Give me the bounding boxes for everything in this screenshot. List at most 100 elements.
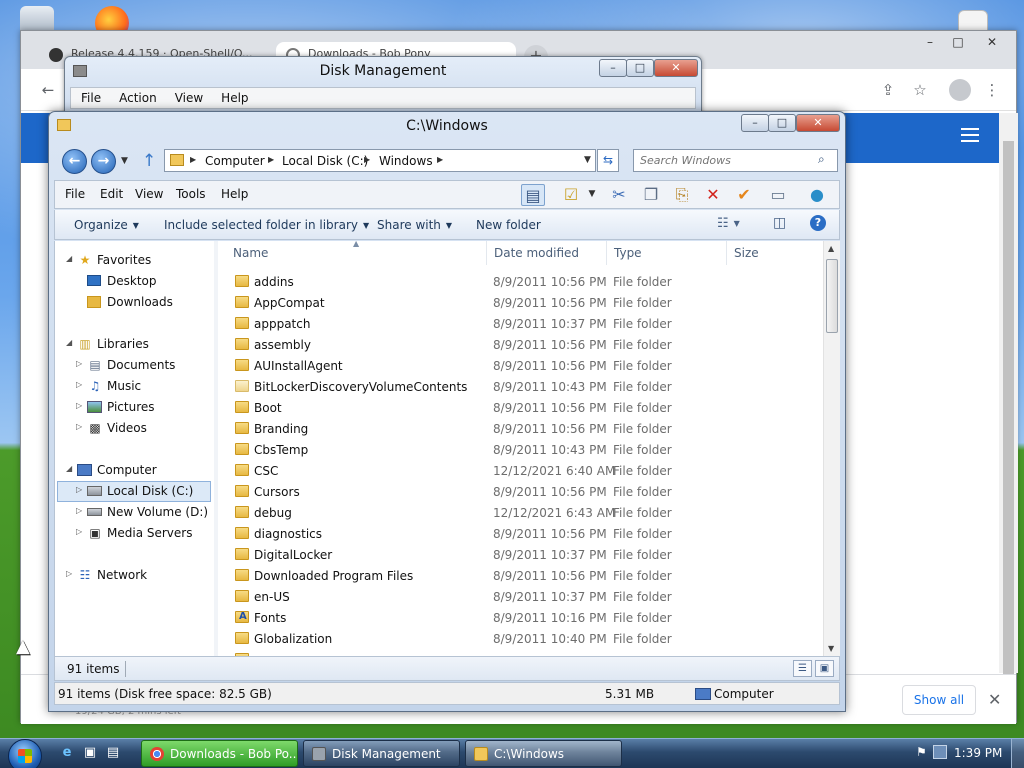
expand-icon[interactable]: ▷ [76, 380, 82, 389]
taskbar-disk-management[interactable]: Disk Management [303, 740, 460, 767]
nav-documents[interactable]: ▷ ▤ Documents [60, 356, 210, 376]
star-icon[interactable]: ☆ [909, 79, 931, 101]
search-input[interactable] [634, 150, 814, 171]
column-divider[interactable] [486, 241, 487, 265]
start-button[interactable] [8, 739, 42, 768]
menu-file[interactable]: File [65, 187, 85, 201]
back-arrow-icon[interactable]: ← [37, 79, 59, 101]
search-box[interactable]: ⌕ [633, 149, 838, 172]
address-dropdown-icon[interactable]: ▼ [584, 155, 591, 165]
preview-pane-icon[interactable]: ◫ [773, 215, 786, 231]
table-row[interactable]: apppatch 8/9/2011 10:37 PM File folder [218, 314, 823, 335]
breadcrumb-windows[interactable]: Windows [379, 154, 433, 168]
table-row[interactable]: AppCompat 8/9/2011 10:56 PM File folder [218, 293, 823, 314]
nav-new-volume[interactable]: ▷ New Volume (D:) [60, 503, 210, 523]
expand-icon[interactable]: ▷ [76, 422, 82, 431]
organize-button[interactable]: Organize ▼ [74, 218, 139, 232]
table-row[interactable]: DigitalLocker 8/9/2011 10:37 PM File folde… [218, 545, 823, 566]
large-icons-view-icon[interactable]: ▣ [815, 660, 834, 677]
file-list-scrollbar[interactable]: ▲ ▼ [823, 241, 840, 656]
close-button[interactable]: ✕ [796, 114, 840, 132]
kebab-menu-icon[interactable]: ⋮ [981, 79, 1003, 101]
nav-computer[interactable]: ◢ Computer [60, 461, 210, 481]
table-row[interactable]: Boot 8/9/2011 10:56 PM File folder [218, 398, 823, 419]
scroll-up-icon[interactable]: ▲ [828, 244, 834, 253]
minimize-button[interactable]: – [741, 114, 769, 132]
checkmark-icon[interactable]: ✔ [732, 184, 756, 206]
menu-help[interactable]: Help [221, 187, 248, 201]
nav-local-disk[interactable]: ▷ Local Disk (C:) [57, 481, 211, 502]
menu-action[interactable]: Action [109, 88, 165, 105]
table-row[interactable]: Fonts 8/9/2011 10:16 PM File folder [218, 608, 823, 629]
table-row[interactable]: en-US 8/9/2011 10:37 PM File folder [218, 587, 823, 608]
table-row[interactable]: Cursors 8/9/2011 10:56 PM File folder [218, 482, 823, 503]
nav-desktop[interactable]: Desktop [60, 272, 210, 292]
table-row[interactable]: debug 12/12/2021 6:43 AM File folder [218, 503, 823, 524]
scrollbar-thumb[interactable] [826, 259, 838, 333]
back-button[interactable]: ← [62, 149, 87, 174]
action-center-flag-icon[interactable]: ⚑ [916, 745, 927, 759]
clock[interactable]: 1:39 PM [954, 746, 1002, 760]
share-icon[interactable]: ⇪ [877, 79, 899, 101]
column-date-modified[interactable]: Date modified [494, 246, 579, 260]
show-desktop-button[interactable] [1011, 739, 1024, 768]
menu-help[interactable]: Help [211, 88, 256, 105]
collapse-icon[interactable]: ◢ [66, 464, 72, 473]
table-row[interactable]: Globalization 8/9/2011 10:40 PM File folde… [218, 629, 823, 650]
maximize-icon[interactable]: □ [945, 34, 971, 52]
switch-windows-icon[interactable]: ▤ [104, 744, 122, 762]
menu-view[interactable]: View [135, 187, 163, 201]
table-row[interactable]: diagnostics 8/9/2011 10:56 PM File folder [218, 524, 823, 545]
close-button[interactable]: ✕ [654, 59, 698, 77]
nav-downloads[interactable]: Downloads [60, 293, 210, 313]
rename-icon[interactable]: ▭ [766, 184, 790, 206]
close-icon[interactable]: ✕ [979, 34, 1005, 52]
search-icon[interactable]: ⌕ [818, 152, 825, 167]
minimize-icon[interactable]: – [917, 34, 943, 52]
paste-icon[interactable]: ⎘ [670, 184, 694, 206]
address-bar[interactable]: ▶ Computer ▶ Local Disk (C:) ▶ Windows ▶… [164, 149, 596, 172]
scroll-down-icon[interactable]: ▼ [828, 644, 834, 653]
minimize-button[interactable]: – [599, 59, 627, 77]
expand-icon[interactable]: ▷ [76, 506, 82, 515]
column-name[interactable]: Name [233, 246, 268, 260]
chevron-right-icon[interactable]: ▶ [268, 155, 274, 164]
dropdown-arrow-icon[interactable]: ▼ [585, 184, 599, 206]
taskbar-explorer[interactable]: C:\Windows [465, 740, 622, 767]
table-row[interactable]: CSC 12/12/2021 6:40 AM File folder [218, 461, 823, 482]
cut-icon[interactable]: ✂ [607, 184, 631, 206]
collapse-icon[interactable]: ◢ [66, 338, 72, 347]
show-desktop-quick-icon[interactable]: ▣ [81, 744, 99, 762]
chevron-right-icon[interactable]: ▶ [437, 155, 443, 164]
close-download-bar-icon[interactable]: ✕ [988, 690, 1001, 709]
taskbar-chrome-downloads[interactable]: Downloads - Bob Po... [141, 740, 298, 767]
nav-videos[interactable]: ▷ ▩ Videos [60, 419, 210, 439]
nav-favorites[interactable]: ◢ ★ Favorites [60, 251, 210, 271]
nav-media-servers[interactable]: ▷ ▣ Media Servers [60, 524, 210, 544]
column-size[interactable]: Size [734, 246, 759, 260]
breadcrumb-computer[interactable]: Computer [205, 154, 265, 168]
new-folder-button[interactable]: New folder [476, 218, 541, 232]
chevron-right-icon[interactable]: ▶ [190, 155, 196, 164]
expand-icon[interactable]: ▷ [76, 527, 82, 536]
column-divider[interactable] [606, 241, 607, 265]
table-row[interactable]: AUInstallAgent 8/9/2011 10:56 PM File fold… [218, 356, 823, 377]
table-row[interactable]: BitLockerDiscoveryVolumeContents 8/9/2011… [218, 377, 823, 398]
breadcrumb-local-disk[interactable]: Local Disk (C:) [282, 154, 368, 168]
expand-icon[interactable]: ▷ [76, 485, 82, 494]
up-arrow-icon[interactable]: ↑ [142, 151, 156, 171]
view-options-icon[interactable]: ☷ ▼ [717, 216, 740, 231]
table-row[interactable]: assembly 8/9/2011 10:56 PM File folder [218, 335, 823, 356]
menu-edit[interactable]: Edit [100, 187, 123, 201]
table-row[interactable]: Branding 8/9/2011 10:56 PM File folder [218, 419, 823, 440]
share-with-button[interactable]: Share with ▼ [377, 218, 452, 232]
collapse-icon[interactable]: ◢ [66, 254, 72, 263]
column-divider[interactable] [726, 241, 727, 265]
show-all-button[interactable]: Show all [902, 685, 976, 715]
layout-icon[interactable]: ▤ [521, 184, 545, 206]
internet-explorer-icon[interactable]: e [58, 744, 76, 762]
menu-tools[interactable]: Tools [176, 187, 206, 201]
globe-icon[interactable]: ● [805, 184, 829, 206]
refresh-icon[interactable]: ⇆ [597, 149, 619, 172]
table-row[interactable]: Downloaded Program Files 8/9/2011 10:56 P… [218, 566, 823, 587]
